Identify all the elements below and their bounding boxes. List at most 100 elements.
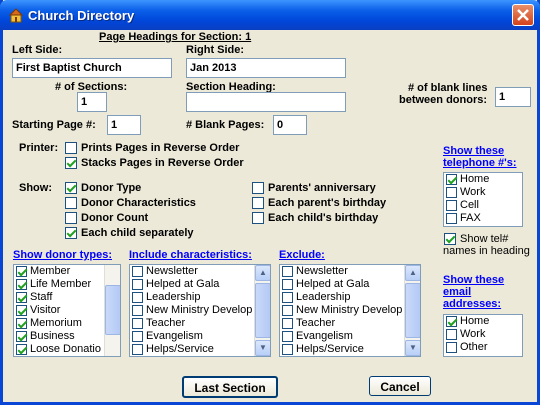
checkbox[interactable] <box>16 305 27 316</box>
email-item[interactable]: Other <box>444 341 522 354</box>
checkbox[interactable] <box>282 331 293 342</box>
checkbox[interactable] <box>132 318 143 329</box>
left-side-label: Left Side: <box>12 44 63 56</box>
email-work-checkbox[interactable] <box>446 329 457 340</box>
checkbox[interactable] <box>282 266 293 277</box>
num-sections-input[interactable]: 1 <box>77 92 107 112</box>
checkbox[interactable] <box>16 331 27 342</box>
list-item[interactable]: Newsletter <box>130 265 270 278</box>
email-item[interactable]: Work <box>444 328 522 341</box>
checkbox[interactable] <box>282 318 293 329</box>
donor-type-checkbox[interactable] <box>65 182 77 194</box>
checkbox[interactable] <box>132 344 143 355</box>
checkbox[interactable] <box>16 292 27 303</box>
scrollbar[interactable]: ▲ ▼ <box>404 265 420 356</box>
checkbox[interactable] <box>132 279 143 290</box>
list-item[interactable]: New Ministry Develop <box>280 304 420 317</box>
right-side-label: Right Side: <box>186 44 245 56</box>
checkbox[interactable] <box>132 266 143 277</box>
email-list: Home Work Other <box>443 314 523 357</box>
left-side-input[interactable]: First Baptist Church <box>12 58 172 78</box>
child-birthday-label: Each child's birthday <box>268 212 379 224</box>
scroll-thumb[interactable] <box>105 285 120 335</box>
section-heading-input[interactable] <box>186 92 346 112</box>
close-button[interactable] <box>512 4 534 26</box>
prints-reverse-label: Prints Pages in Reverse Order <box>81 142 240 154</box>
parents-anniversary-checkbox[interactable] <box>252 182 264 194</box>
telephone-heading-2: telephone #'s: <box>443 157 517 169</box>
blank-lines-input[interactable]: 1 <box>495 87 531 107</box>
title-bar[interactable]: Church Directory <box>0 0 540 30</box>
email-heading-2: email <box>443 286 472 298</box>
telephone-home-checkbox[interactable] <box>446 174 457 185</box>
scroll-down-icon[interactable]: ▼ <box>405 340 420 356</box>
last-section-button[interactable]: Last Section <box>182 376 278 398</box>
telephone-item[interactable]: Cell <box>444 199 522 212</box>
list-item[interactable]: Newsletter <box>280 265 420 278</box>
characteristics-list[interactable]: Newsletter Helped at Gala Leadership New… <box>129 264 271 357</box>
scroll-thumb[interactable] <box>255 283 270 338</box>
telephone-item[interactable]: Home <box>444 173 522 186</box>
list-item[interactable]: Helped at Gala <box>280 278 420 291</box>
list-item[interactable]: Helped at Gala <box>130 278 270 291</box>
scroll-up-icon[interactable]: ▲ <box>255 265 270 281</box>
checkbox[interactable] <box>16 318 27 329</box>
telephone-item[interactable]: Work <box>444 186 522 199</box>
checkbox[interactable] <box>16 266 27 277</box>
checkbox[interactable] <box>132 292 143 303</box>
checkbox[interactable] <box>282 344 293 355</box>
list-item[interactable]: Leadership <box>280 291 420 304</box>
email-home-checkbox[interactable] <box>446 316 457 327</box>
list-item[interactable]: Teacher <box>280 317 420 330</box>
stacks-reverse-label: Stacks Pages in Reverse Order <box>81 157 244 169</box>
checkbox[interactable] <box>282 279 293 290</box>
checkbox[interactable] <box>282 292 293 303</box>
email-other-checkbox[interactable] <box>446 342 457 353</box>
telephone-list: Home Work Cell FAX <box>443 172 523 227</box>
scroll-down-icon[interactable]: ▼ <box>255 340 270 356</box>
donor-types-list[interactable]: Member Life Member Staff Visitor Memoriu… <box>13 264 121 357</box>
list-item[interactable]: Helps/Service <box>280 343 420 356</box>
each-child-checkbox[interactable] <box>65 227 77 239</box>
list-item[interactable]: Evangelism <box>280 330 420 343</box>
checkbox[interactable] <box>282 305 293 316</box>
donor-types-heading: Show donor types: <box>13 249 112 261</box>
blank-lines-label-2: between donors: <box>399 94 488 106</box>
telephone-cell-checkbox[interactable] <box>446 200 457 211</box>
blank-pages-label: # Blank Pages: <box>186 119 265 131</box>
blank-lines-label-1: # of blank lines <box>408 82 488 94</box>
checkbox[interactable] <box>132 305 143 316</box>
scrollbar[interactable]: ▲ ▼ <box>254 265 270 356</box>
donor-count-checkbox[interactable] <box>65 212 77 224</box>
telephone-work-checkbox[interactable] <box>446 187 457 198</box>
telephone-fax-checkbox[interactable] <box>446 213 457 224</box>
scroll-thumb[interactable] <box>405 283 420 338</box>
child-birthday-checkbox[interactable] <box>252 212 264 224</box>
list-item[interactable]: New Ministry Develop <box>130 304 270 317</box>
parent-birthday-checkbox[interactable] <box>252 197 264 209</box>
blank-pages-input[interactable]: 0 <box>273 115 307 135</box>
right-side-input[interactable]: Jan 2013 <box>186 58 346 78</box>
checkbox[interactable] <box>16 279 27 290</box>
checkbox[interactable] <box>16 344 27 355</box>
list-item[interactable]: Evangelism <box>130 330 270 343</box>
starting-page-input[interactable]: 1 <box>107 115 141 135</box>
exclude-list[interactable]: Newsletter Helped at Gala Leadership New… <box>279 264 421 357</box>
donor-characteristics-label: Donor Characteristics <box>81 197 196 209</box>
list-item[interactable]: Leadership <box>130 291 270 304</box>
stacks-reverse-checkbox[interactable] <box>65 157 77 169</box>
close-icon <box>517 9 529 21</box>
cancel-button[interactable]: Cancel <box>369 376 431 396</box>
show-tel-names-checkbox[interactable] <box>444 233 456 245</box>
scrollbar[interactable] <box>104 265 120 356</box>
donor-characteristics-checkbox[interactable] <box>65 197 77 209</box>
donor-type-label: Donor Type <box>81 182 142 194</box>
list-item[interactable]: Helps/Service <box>130 343 270 356</box>
church-icon <box>8 8 24 23</box>
prints-reverse-checkbox[interactable] <box>65 142 77 154</box>
checkbox[interactable] <box>132 331 143 342</box>
telephone-item[interactable]: FAX <box>444 212 522 225</box>
email-item[interactable]: Home <box>444 315 522 328</box>
scroll-up-icon[interactable]: ▲ <box>405 265 420 281</box>
list-item[interactable]: Teacher <box>130 317 270 330</box>
